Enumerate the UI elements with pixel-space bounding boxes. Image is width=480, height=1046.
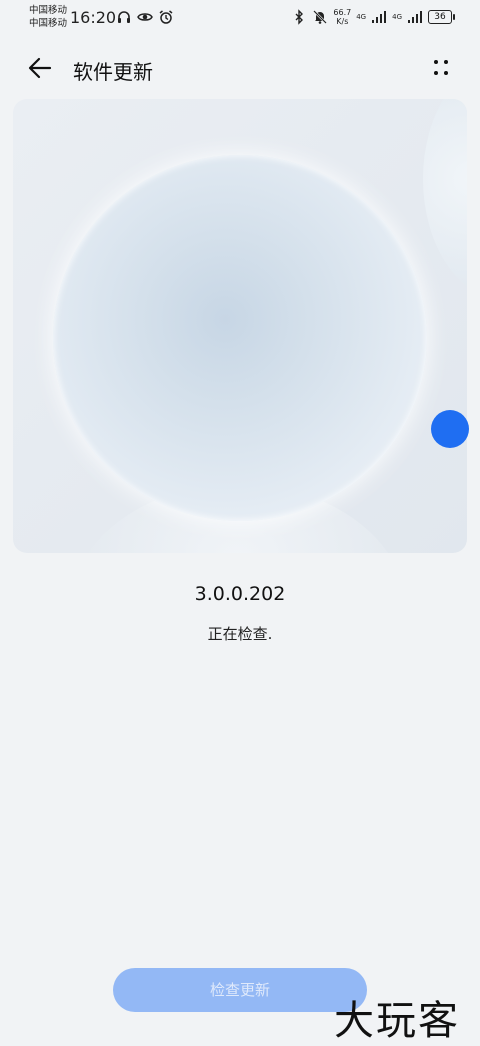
bluetooth-icon xyxy=(295,9,304,25)
background-orb-right xyxy=(423,99,467,299)
more-options-icon[interactable] xyxy=(432,58,450,78)
signal-icon-1 xyxy=(372,11,387,23)
carrier-1: 中国移动 xyxy=(29,5,68,16)
headphones-icon xyxy=(118,11,130,23)
mute-bell-icon xyxy=(313,10,328,24)
eye-icon xyxy=(137,13,153,21)
checking-status: 正在检查. xyxy=(207,625,273,643)
network-type-1: 4G xyxy=(356,13,367,21)
title-bar: 软件更新 xyxy=(0,44,480,92)
carrier-labels: 中国移动 中国移动 xyxy=(29,4,67,30)
floating-accent-dot[interactable] xyxy=(431,410,469,448)
status-icons-right: 66.7 K/s 4G 4G 36 xyxy=(291,8,455,26)
carrier-2: 中国移动 xyxy=(29,18,68,29)
back-arrow-icon[interactable] xyxy=(26,54,54,82)
battery-icon: 36 xyxy=(428,10,455,24)
network-speed: 66.7 K/s xyxy=(333,8,351,26)
status-bar: 中国移动 中国移动 16:20 66.7 K/s 4G 4G 36 xyxy=(0,0,480,36)
page-title: 软件更新 xyxy=(73,60,153,84)
check-update-button[interactable]: 检查更新 xyxy=(113,968,367,1012)
update-hero-illustration xyxy=(13,99,467,553)
signal-icon-2 xyxy=(408,11,422,23)
watermark-logo: 大玩客 xyxy=(334,998,460,1044)
network-type-2: 4G xyxy=(392,13,402,21)
version-number: 3.0.0.202 xyxy=(194,583,286,605)
status-icons-left xyxy=(116,9,174,25)
main-orb xyxy=(53,155,427,521)
speed-unit: K/s xyxy=(336,17,349,26)
speed-value: 66.7 xyxy=(333,8,352,17)
status-time: 16:20 xyxy=(70,8,117,27)
alarm-icon xyxy=(159,10,173,24)
